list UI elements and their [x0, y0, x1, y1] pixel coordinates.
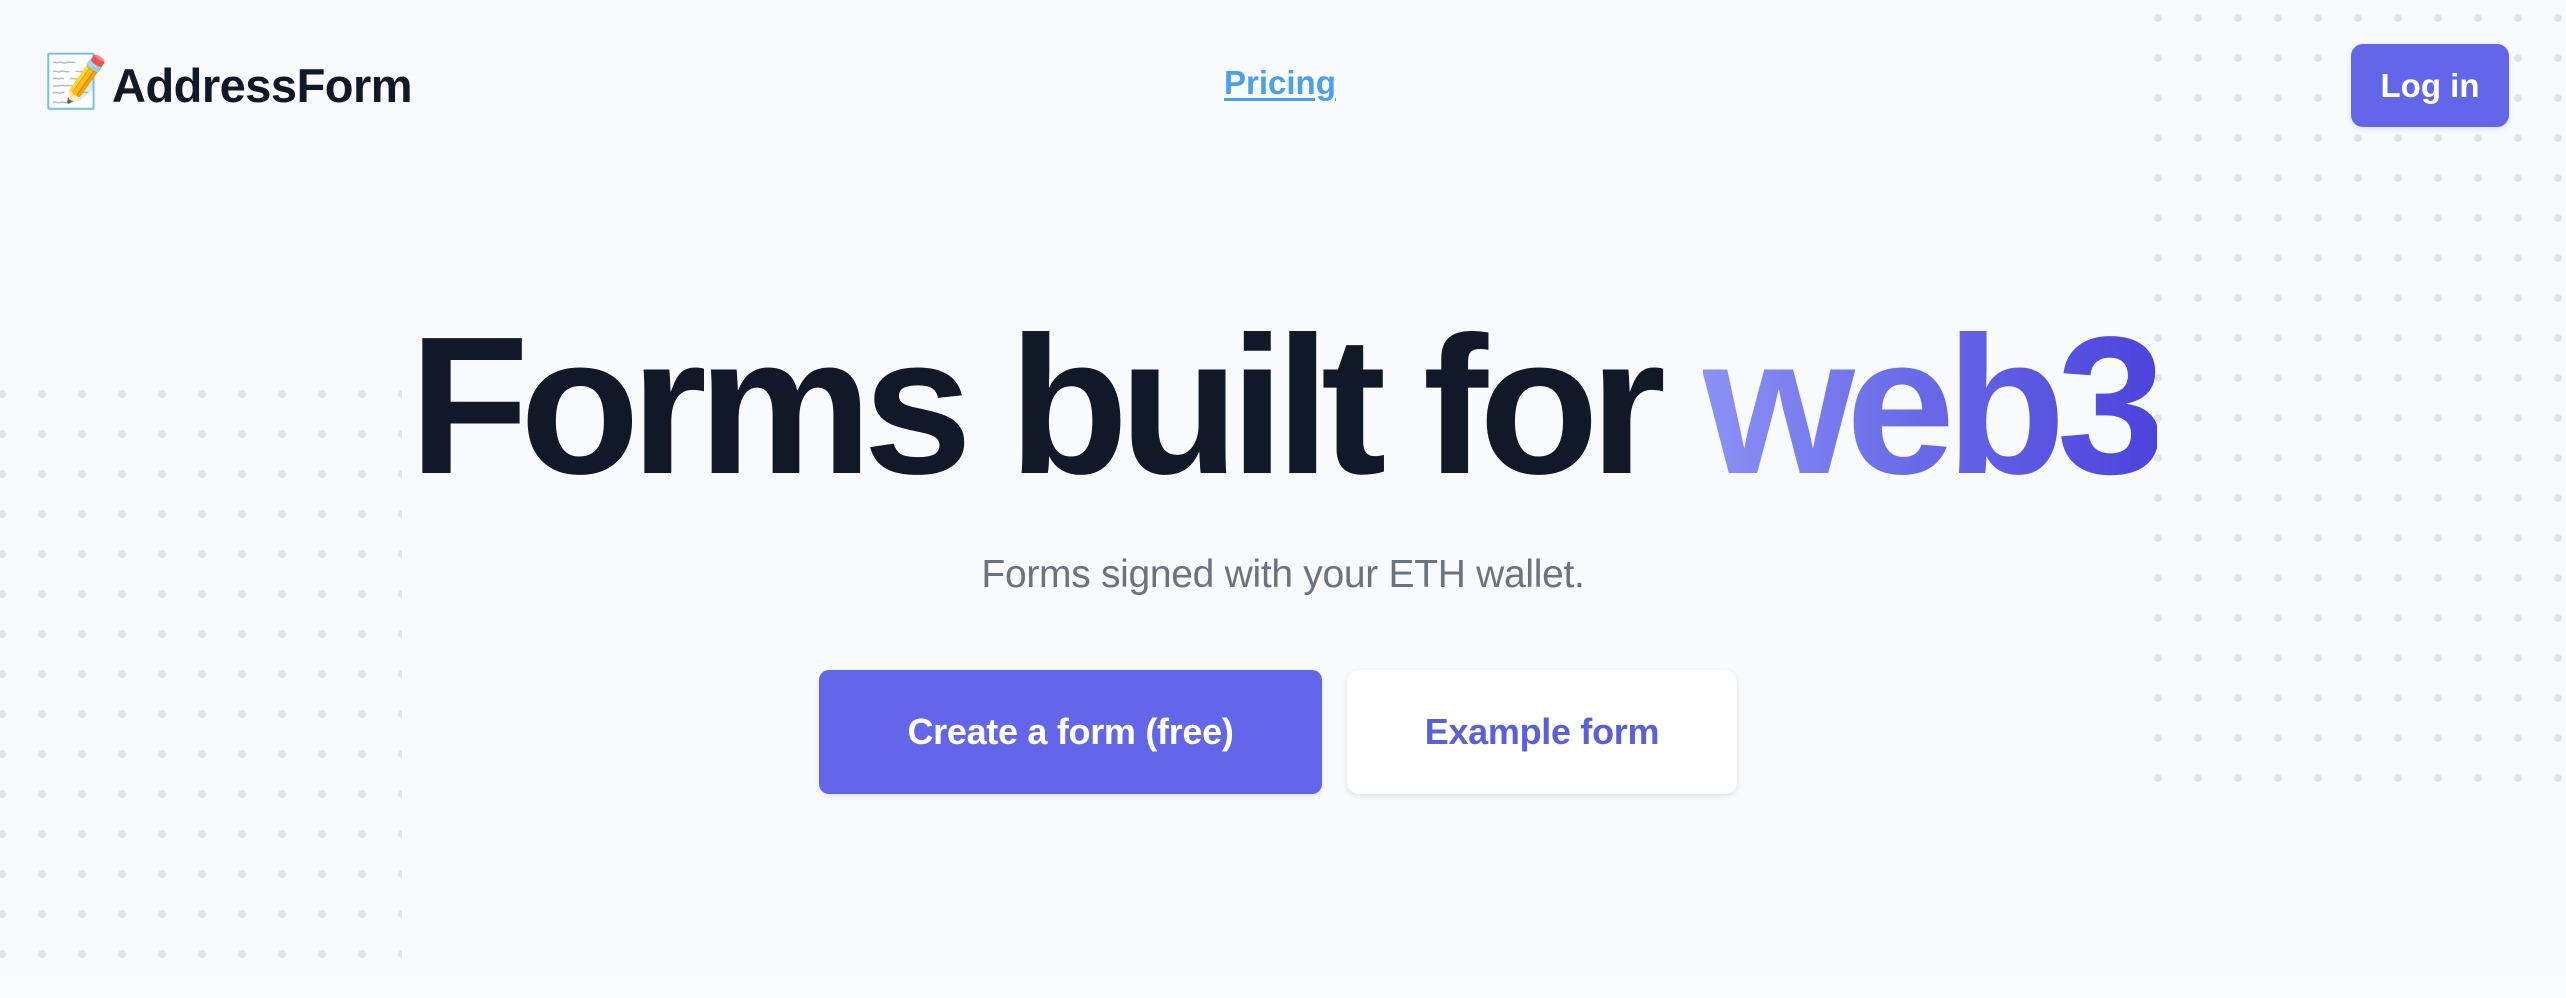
hero-title-plain: Forms built for	[409, 296, 1703, 515]
hero-title-highlight: web3	[1702, 296, 2166, 515]
brand-name: AddressForm	[112, 59, 413, 112]
hero-title: Forms built for web3	[0, 308, 2566, 504]
create-form-button[interactable]: Create a form (free)	[819, 670, 1322, 794]
nav-pricing-link[interactable]: Pricing	[1224, 64, 1336, 102]
login-button[interactable]: Log in	[2351, 44, 2509, 127]
cta-group: Create a form (free) Example form	[819, 670, 1737, 794]
hero-subtitle: Forms signed with your ETH wallet.	[981, 553, 1585, 596]
logo-link[interactable]: 📝 AddressForm	[43, 50, 413, 113]
memo-icon: 📝	[43, 52, 109, 111]
bottom-fade	[0, 958, 2566, 998]
example-form-button[interactable]: Example form	[1347, 670, 1737, 794]
